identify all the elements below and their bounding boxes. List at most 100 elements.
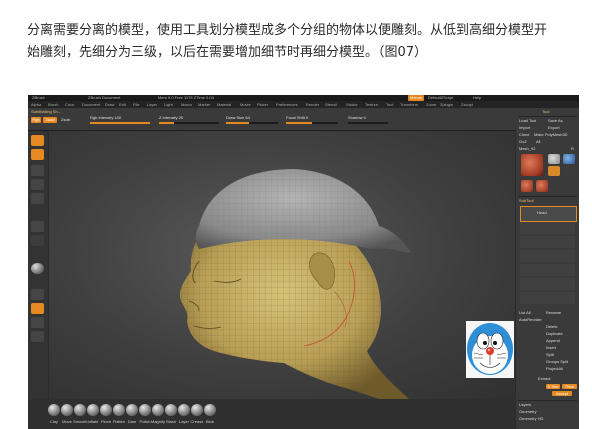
subtool-item-2[interactable]: [520, 222, 575, 234]
z-intensity-slider[interactable]: [159, 122, 219, 124]
menu-item-transform[interactable]: Transform: [400, 101, 418, 108]
brush-smooth-icon[interactable]: [74, 404, 86, 416]
subtool-item-3[interactable]: [520, 236, 575, 248]
brush-magnify-icon[interactable]: [152, 404, 164, 416]
layers-section[interactable]: Layers: [519, 402, 531, 408]
menu-item-zoom[interactable]: Zoom: [426, 101, 436, 108]
rotate-mode-icon[interactable]: [31, 193, 44, 204]
brush-move-icon[interactable]: [61, 404, 73, 416]
viewport-canvas[interactable]: [49, 131, 515, 399]
s-smt-slider[interactable]: S Smt: [546, 384, 560, 389]
make-polymesh-button[interactable]: Make PolyMesh3D: [534, 132, 568, 138]
subtool-item-5[interactable]: [520, 264, 575, 276]
menu-item-texture[interactable]: Texture: [365, 101, 378, 108]
save-as-button[interactable]: Save As: [548, 118, 563, 124]
scale-mode-icon[interactable]: [31, 179, 44, 190]
subtool-header[interactable]: SubTool: [519, 198, 533, 204]
brush-pinch-icon[interactable]: [100, 404, 112, 416]
subtool-item-head[interactable]: Head: [520, 206, 577, 222]
split-button[interactable]: Split: [546, 352, 554, 358]
xpose-icon[interactable]: [31, 289, 44, 300]
extract-button[interactable]: Extract: [538, 376, 550, 382]
project-all-button[interactable]: ProjectAll: [546, 366, 563, 372]
menu-item-stroke[interactable]: Stroke: [346, 101, 358, 108]
brush-crease-icon[interactable]: [191, 404, 203, 416]
list-all-button[interactable]: List All: [519, 310, 531, 316]
tool-r-button[interactable]: R: [571, 146, 574, 152]
zadd-toggle[interactable]: Zadd: [43, 117, 57, 123]
geometry-section[interactable]: Geometry: [519, 409, 537, 415]
goz-button[interactable]: GoZ: [519, 139, 527, 145]
frame-icon[interactable]: [31, 331, 44, 342]
menu-item-preferences[interactable]: Preferences: [276, 101, 298, 108]
draw-mode-icon[interactable]: [31, 149, 44, 160]
export-button[interactable]: Export: [548, 125, 560, 131]
geometry-hd-section[interactable]: Geometry HD: [519, 416, 543, 422]
brush-layer-icon[interactable]: [178, 404, 190, 416]
polymesh3d-thumbnail[interactable]: [563, 166, 575, 176]
rename-button[interactable]: Rename: [546, 310, 561, 316]
shadow-slider[interactable]: [348, 122, 388, 124]
load-tool-button[interactable]: Load Tool: [519, 118, 536, 124]
transp-icon[interactable]: [31, 317, 44, 328]
zsub-toggle[interactable]: Zsub: [61, 117, 70, 123]
duplicate-button[interactable]: Duplicate: [546, 331, 563, 337]
menu-item-alpha[interactable]: Alpha: [31, 101, 41, 108]
menu-item-file[interactable]: File: [133, 101, 139, 108]
menu-item-picker[interactable]: Picker: [257, 101, 268, 108]
menu-item-document[interactable]: Document: [82, 101, 100, 108]
menu-item-draw[interactable]: Draw: [105, 101, 114, 108]
subtool-item-4[interactable]: [520, 250, 575, 262]
move-mode-icon[interactable]: [31, 165, 44, 176]
brush-dam-icon[interactable]: [126, 404, 138, 416]
focal-shift-slider[interactable]: [286, 122, 338, 124]
rgb-intensity-slider[interactable]: [90, 122, 150, 124]
menu-item-marker[interactable]: Marker: [198, 101, 210, 108]
tool-thumb-3[interactable]: [536, 180, 548, 192]
menu-item-tool[interactable]: Tool: [386, 101, 393, 108]
menu-item-zscript[interactable]: Zscript: [461, 101, 473, 108]
brush-blob-icon[interactable]: [204, 404, 216, 416]
all-button[interactable]: All: [536, 139, 540, 145]
floor-icon[interactable]: [31, 235, 44, 246]
groups-split-button[interactable]: Groups Split: [546, 359, 568, 365]
menu-item-color[interactable]: Color: [65, 101, 75, 108]
thick-slider[interactable]: Thick: [562, 384, 577, 389]
polyf-icon[interactable]: [31, 303, 44, 314]
zsketch-thumbnail[interactable]: [548, 166, 560, 176]
brush-flatten-icon[interactable]: [113, 404, 125, 416]
brush-inflate-icon[interactable]: [87, 404, 99, 416]
menu-item-movie[interactable]: Movie: [240, 101, 251, 108]
brush-slash-icon[interactable]: [165, 404, 177, 416]
persp-icon[interactable]: [31, 221, 44, 232]
insert-button[interactable]: Insert: [546, 345, 556, 351]
subtool-item-6[interactable]: [520, 278, 575, 290]
brush-clay-icon[interactable]: [48, 404, 60, 416]
tool-thumb-2[interactable]: [521, 180, 533, 192]
menu-item-layer[interactable]: Layer: [147, 101, 157, 108]
menu-item-brush[interactable]: Brush: [48, 101, 58, 108]
menu-item-macro[interactable]: Macro: [181, 101, 192, 108]
menu-item-zplugin[interactable]: Zplugin: [440, 101, 453, 108]
simple-brush-thumbnail[interactable]: [548, 154, 560, 164]
rgb-toggle[interactable]: Rgb: [31, 117, 41, 123]
menu-item-light[interactable]: Light: [164, 101, 173, 108]
brush-polish-icon[interactable]: [139, 404, 151, 416]
menu-item-material[interactable]: Material: [217, 101, 231, 108]
edit-mode-icon[interactable]: [31, 135, 44, 146]
menu-item-edit[interactable]: Edit: [119, 101, 126, 108]
focal-shift-fill: [286, 122, 312, 124]
import-button[interactable]: Import: [519, 125, 530, 131]
delete-button[interactable]: Delete: [546, 324, 558, 330]
material-sphere-icon[interactable]: [31, 263, 44, 274]
autoreorder-button[interactable]: AutoReorder: [519, 317, 542, 323]
draw-size-slider[interactable]: [226, 122, 278, 124]
current-tool-thumbnail[interactable]: [521, 154, 543, 176]
append-button[interactable]: Append: [546, 338, 560, 344]
clone-button[interactable]: Clone: [519, 132, 529, 138]
menu-item-stencil[interactable]: Stencil: [325, 101, 337, 108]
sphere3d-thumbnail[interactable]: [563, 154, 575, 164]
menu-item-render[interactable]: Render: [306, 101, 319, 108]
accept-button[interactable]: Accept: [552, 391, 572, 396]
subtool-item-7[interactable]: [520, 292, 575, 304]
